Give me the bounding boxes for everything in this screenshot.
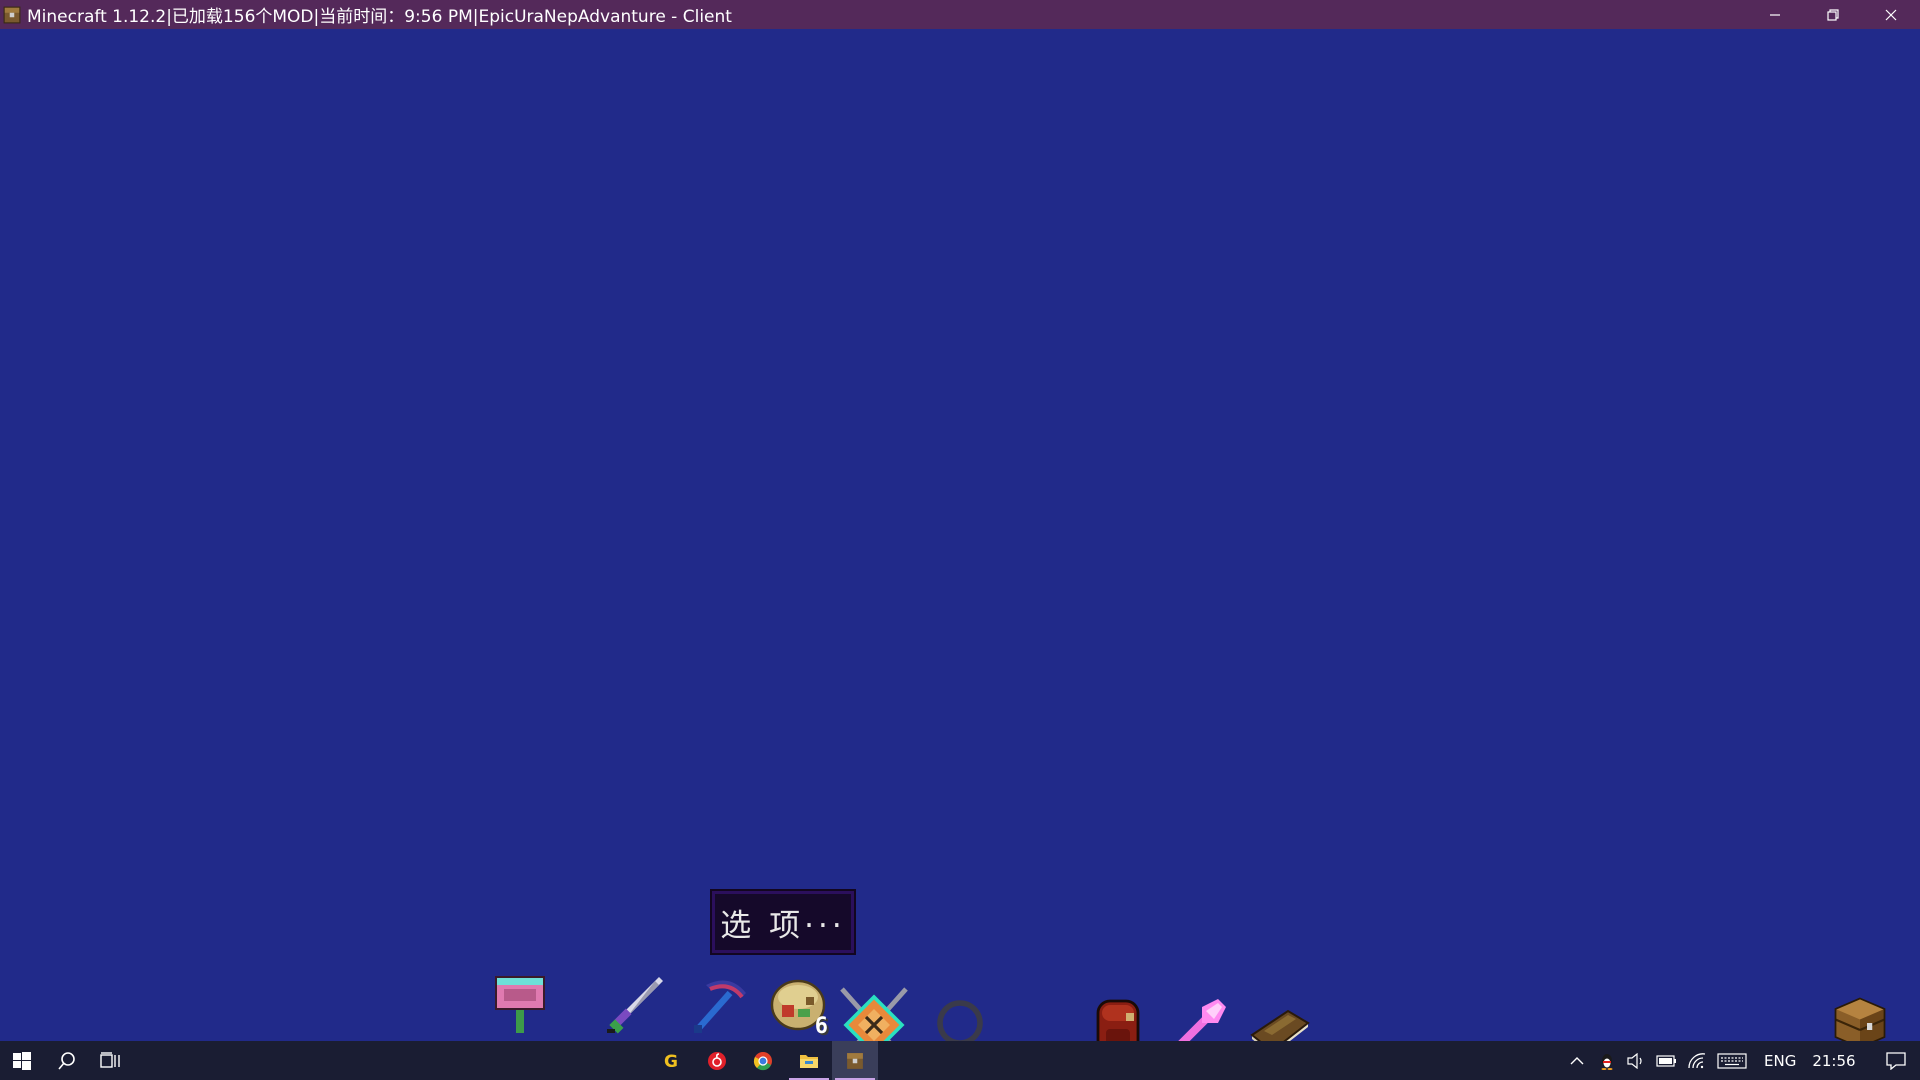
window-titlebar[interactable]: Minecraft 1.12.2|已加载156个MOD|当前时间：9:56 PM…: [0, 0, 1920, 29]
task-view-button[interactable]: [89, 1041, 133, 1080]
svg-text:G: G: [664, 1052, 678, 1071]
battery-icon: [1656, 1054, 1676, 1067]
minecraft-icon: [847, 1052, 863, 1069]
file-explorer-icon: [800, 1054, 818, 1068]
system-tray: ENG 21:56: [1562, 1041, 1914, 1080]
chrome-icon: [753, 1051, 772, 1070]
minimize-icon: [1770, 13, 1780, 16]
window-title: Minecraft 1.12.2|已加载156个MOD|当前时间：9:56 PM…: [27, 7, 732, 27]
stack-count: 6: [814, 1014, 828, 1039]
minimize-button[interactable]: [1746, 0, 1804, 29]
keyboard-icon: [1717, 1052, 1747, 1069]
qq-penguin-icon: [1601, 1053, 1613, 1070]
show-hidden-icons-button[interactable]: [1562, 1041, 1592, 1080]
volume-button[interactable]: [1622, 1041, 1652, 1080]
input-language[interactable]: ENG: [1764, 1052, 1796, 1070]
restore-icon: [1827, 8, 1839, 21]
pink-sign-icon: [495, 976, 545, 1033]
options-tooltip[interactable]: 选 项···: [710, 889, 856, 955]
food-bundle-item[interactable]: 6: [766, 973, 830, 1039]
pickaxe-item[interactable]: [690, 973, 754, 1037]
task-view-icon: [100, 1051, 120, 1068]
game-viewport[interactable]: 选 项··· 6: [0, 29, 1920, 1063]
purple-sword-icon: [607, 977, 663, 1034]
netease-music-icon: [708, 1051, 726, 1070]
wifi-icon: [1688, 1052, 1706, 1068]
system-clock[interactable]: 21:56: [1812, 1052, 1855, 1070]
g-app-icon: G: [664, 1052, 678, 1071]
taskbar-app-chrome[interactable]: [740, 1041, 786, 1080]
taskbar-app-g[interactable]: G: [648, 1041, 694, 1080]
network-button[interactable]: [1682, 1041, 1712, 1080]
taskbar-app-netease-music[interactable]: [694, 1041, 740, 1080]
taskbar-app-file-explorer[interactable]: [786, 1041, 832, 1080]
windows-start-icon: [13, 1051, 31, 1070]
sword-item[interactable]: [603, 973, 667, 1037]
close-button[interactable]: [1862, 0, 1920, 29]
minecraft-app-icon: [3, 6, 21, 23]
chevron-up-icon: [1570, 1056, 1584, 1064]
signboard-item[interactable]: [488, 973, 552, 1037]
taskbar: G ENG 21:56: [0, 1041, 1920, 1080]
qq-tray-button[interactable]: [1592, 1041, 1622, 1080]
battery-button[interactable]: [1652, 1041, 1682, 1080]
start-button[interactable]: [0, 1041, 44, 1080]
search-button[interactable]: [45, 1041, 89, 1080]
touch-keyboard-button[interactable]: [1712, 1041, 1752, 1080]
search-icon: [58, 1051, 75, 1070]
blue-pickaxe-icon: [694, 980, 746, 1033]
notification-icon: [1885, 1051, 1906, 1070]
taskbar-app-minecraft[interactable]: [832, 1041, 878, 1080]
window-controls: [1746, 0, 1920, 29]
action-center-button[interactable]: [1878, 1041, 1914, 1080]
speaker-icon: [1627, 1052, 1642, 1069]
close-icon: [1885, 9, 1897, 20]
restore-button[interactable]: [1804, 0, 1862, 29]
